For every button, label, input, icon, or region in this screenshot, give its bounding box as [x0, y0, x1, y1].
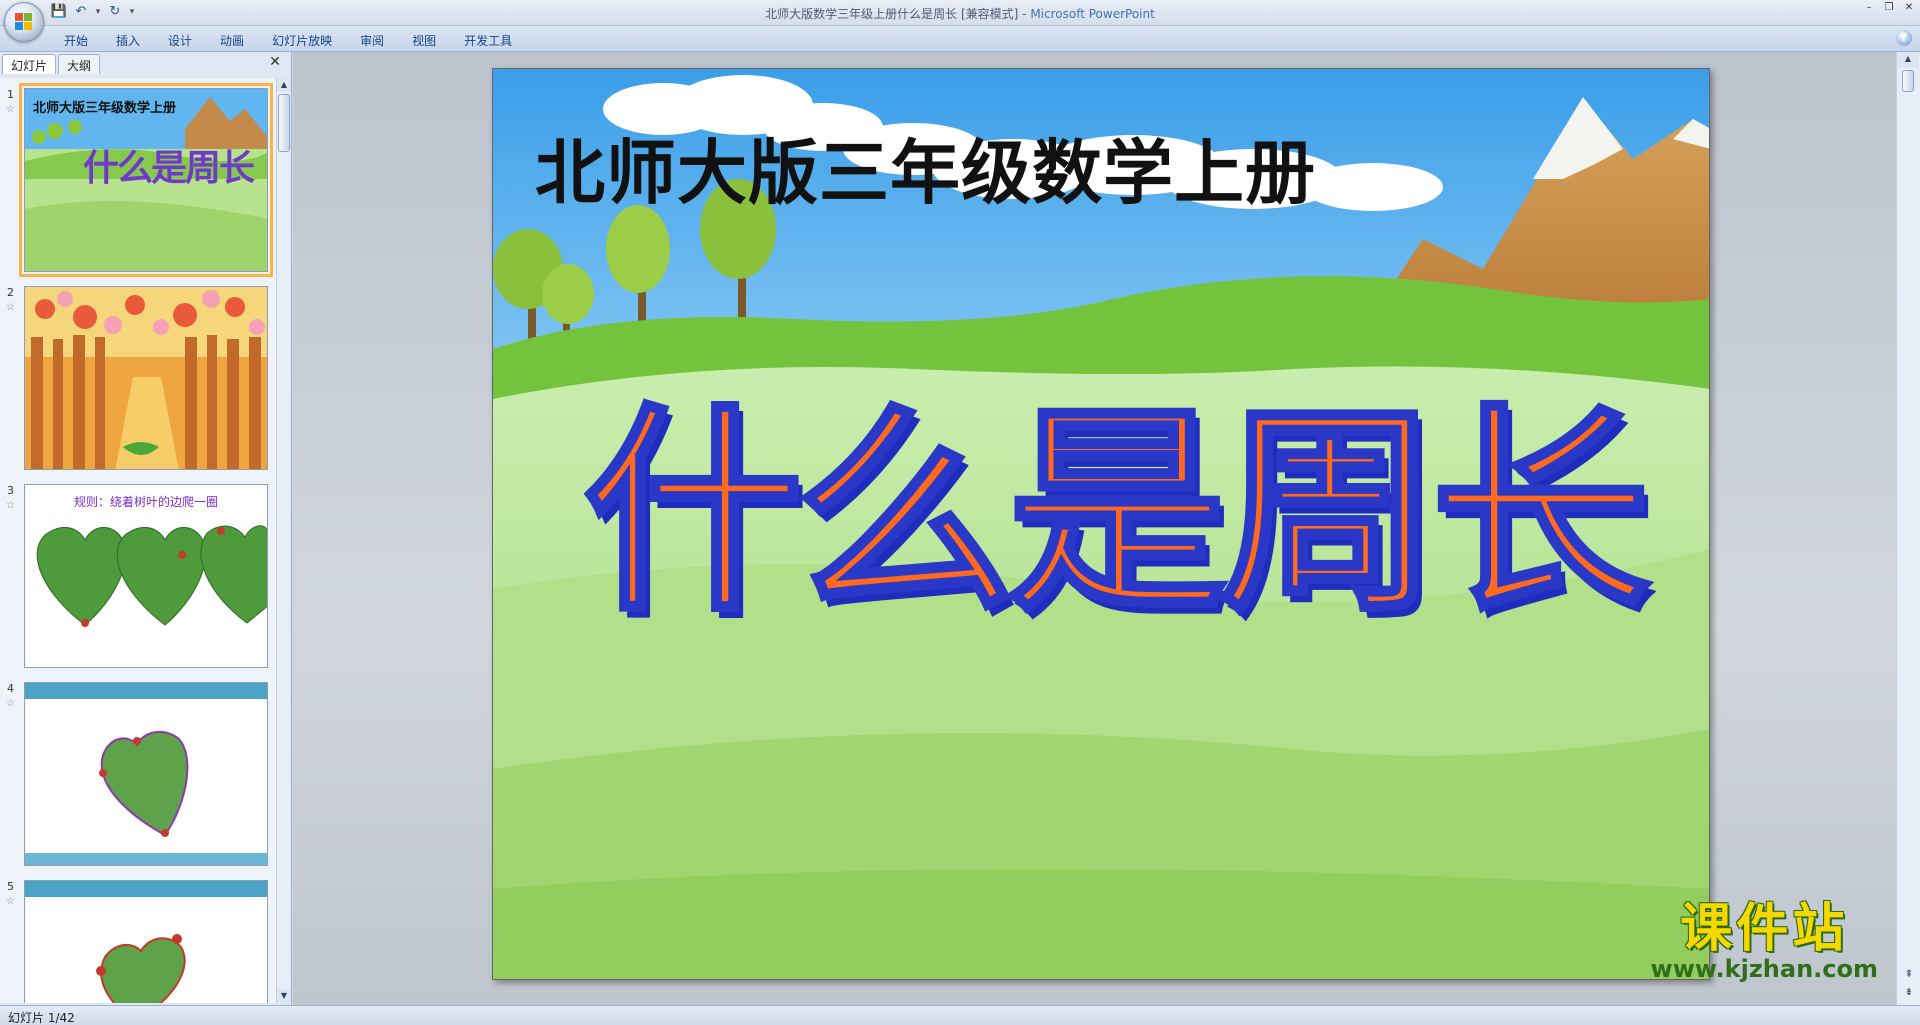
thumbnail-background	[25, 287, 267, 469]
leaf-illustration	[25, 683, 267, 865]
tab-slideshow[interactable]: 幻灯片放映	[258, 30, 346, 51]
thumbnail-row: 3 ☆ 规则：绕着树叶的边爬一圈	[0, 484, 276, 674]
window-title: 北师大版数学三年级上册什么是周长 [兼容模式] - Microsoft Powe…	[0, 5, 1920, 22]
thumbnail-row: 2 ☆	[0, 286, 276, 476]
animation-icon: ☆	[6, 698, 15, 709]
previous-slide-icon[interactable]: ⇞	[1901, 967, 1917, 983]
watermark-logo: 课件站 www.kjzhan.com	[1651, 886, 1878, 983]
leaf-illustration	[25, 881, 267, 1003]
thumbnail-row: 1 ☆ 北师大版三年级数学上册 什么是周长	[0, 83, 276, 278]
tab-review[interactable]: 审阅	[346, 30, 398, 51]
help-icon[interactable]: ?	[1896, 30, 1912, 46]
slide-number: 2	[7, 286, 14, 299]
animation-icon: ☆	[6, 896, 15, 907]
close-icon[interactable]: ✕	[267, 54, 283, 70]
tab-home[interactable]: 开始	[50, 30, 102, 51]
tab-animations[interactable]: 动画	[206, 30, 258, 51]
thumbnail-scrollbar[interactable]: ▲ ▼	[276, 78, 291, 1003]
close-icon[interactable]: ✕	[1902, 2, 1916, 14]
ribbon-tabs: 开始 插入 设计 动画 幻灯片放映 审阅 视图 开发工具	[50, 30, 526, 51]
tab-view[interactable]: 视图	[398, 30, 450, 51]
slide-edit-area: 什么是周长 什么是周长 北师大版三年级数学上册 课件站 www.kjzhan.c…	[293, 52, 1896, 1005]
slide-number: 5	[7, 880, 14, 893]
tab-outline[interactable]: 大纲	[58, 54, 101, 74]
tab-slides[interactable]: 幻灯片	[2, 54, 57, 74]
panel-tabs: 幻灯片 大纲	[2, 54, 101, 74]
scroll-thumb[interactable]	[1902, 70, 1914, 92]
scroll-up-icon[interactable]: ▲	[1897, 52, 1919, 68]
slides-panel: 幻灯片 大纲 ✕ 1 ☆ 北师大版三年级数学上册 什么是周长 2 ☆ 3 ☆ 规…	[0, 52, 292, 1005]
scroll-up-icon[interactable]: ▲	[277, 78, 291, 92]
scroll-thumb[interactable]	[278, 94, 290, 152]
thumbnail-list: 1 ☆ 北师大版三年级数学上册 什么是周长 2 ☆ 3 ☆ 规则：绕着树叶的边爬…	[0, 78, 276, 1003]
app-name: Microsoft PowerPoint	[1030, 7, 1155, 21]
thumbnail-headline: 什么是周长	[83, 147, 255, 189]
title-bar: 💾 ↶ ▾ ↻ ▾ 北师大版数学三年级上册什么是周长 [兼容模式] - Micr…	[0, 0, 1920, 42]
window-controls: – ❐ ✕	[1862, 2, 1916, 14]
animation-icon: ☆	[6, 500, 15, 511]
slide-number: 1	[7, 88, 14, 101]
slide-scrollbar[interactable]: ▲ ⇞ ⇟	[1896, 52, 1920, 1005]
slide-thumbnail-5[interactable]	[24, 880, 268, 1003]
office-button[interactable]	[4, 2, 44, 42]
slide-number: 4	[7, 682, 14, 695]
slide-thumbnail-4[interactable]	[24, 682, 268, 866]
slide-number: 3	[7, 484, 14, 497]
next-slide-icon[interactable]: ⇟	[1901, 985, 1917, 1001]
tab-design[interactable]: 设计	[154, 30, 206, 51]
slide-headline: 什么是周长	[583, 382, 1651, 641]
document-name: 北师大版数学三年级上册什么是周长 [兼容模式]	[765, 7, 1019, 21]
restore-icon[interactable]: ❐	[1882, 2, 1896, 14]
title-separator: -	[1018, 7, 1031, 21]
thumbnail-caption: 规则：绕着树叶的边爬一圈	[73, 495, 218, 509]
office-logo-icon	[15, 13, 33, 31]
scroll-down-icon[interactable]: ▼	[277, 989, 291, 1003]
slide-counter: 幻灯片 1/42	[8, 1011, 75, 1025]
status-bar: 幻灯片 1/42	[0, 1005, 1920, 1025]
watermark-brand: 课件站	[1680, 899, 1849, 959]
slide-thumbnail-3[interactable]: 规则：绕着树叶的边爬一圈	[24, 484, 268, 668]
animation-icon: ☆	[6, 104, 15, 115]
slide-title: 北师大版三年级数学上册	[535, 131, 1316, 214]
thumbnail-row: 4 ☆	[0, 682, 276, 872]
current-slide[interactable]: 什么是周长 什么是周长 北师大版三年级数学上册	[492, 68, 1710, 980]
minimize-icon[interactable]: –	[1862, 2, 1876, 14]
thumbnail-title: 北师大版三年级数学上册	[33, 101, 177, 116]
thumbnail-row: 5 ☆	[0, 880, 276, 1003]
slide-thumbnail-1[interactable]: 北师大版三年级数学上册 什么是周长	[19, 83, 273, 277]
animation-icon: ☆	[6, 302, 15, 313]
leaves-illustration	[36, 525, 267, 627]
ribbon: 开始 插入 设计 动画 幻灯片放映 审阅 视图 开发工具 ?	[0, 26, 1920, 52]
watermark-url: www.kjzhan.com	[1650, 955, 1878, 983]
slide-thumbnail-2[interactable]	[24, 286, 268, 470]
tab-developer[interactable]: 开发工具	[450, 30, 526, 51]
tab-insert[interactable]: 插入	[102, 30, 154, 51]
